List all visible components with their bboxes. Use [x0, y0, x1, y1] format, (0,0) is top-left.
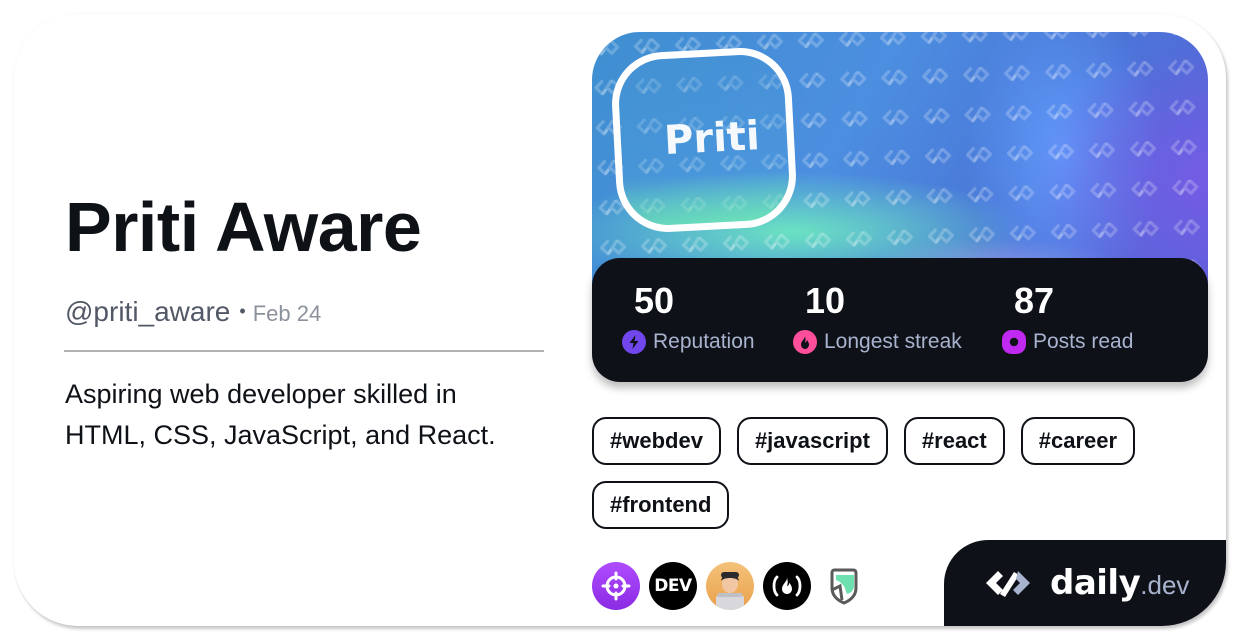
- memoji-avatar-icon: [716, 572, 744, 610]
- stat-posts-read: 87 Posts read: [1002, 280, 1133, 354]
- sources-list: DEV: [592, 562, 868, 610]
- joined-date: Feb 24: [252, 301, 322, 326]
- stat-value: 50: [634, 280, 675, 321]
- lightning-icon: [622, 330, 646, 354]
- tag-react[interactable]: #react: [903, 417, 1005, 465]
- tag-webdev[interactable]: #webdev: [592, 417, 721, 465]
- profile-card: Priti Aware @priti_aware • Feb 24 Aspiri…: [14, 14, 1226, 626]
- brand-tld: .dev: [1140, 570, 1190, 600]
- stat-label: Longest streak: [824, 330, 962, 353]
- stat-value: 87: [1014, 280, 1055, 321]
- profile-name: Priti Aware: [65, 188, 422, 266]
- stat-label: Reputation: [653, 330, 755, 353]
- divider: [64, 350, 544, 352]
- bookmark-shield-icon: [830, 568, 858, 605]
- tag-javascript[interactable]: #javascript: [736, 417, 888, 465]
- brand-wordmark: daily.dev: [1050, 563, 1189, 603]
- eye-ring-icon: [1002, 330, 1026, 354]
- freecodecamp-source[interactable]: [763, 562, 811, 610]
- meta-separator: •: [239, 301, 246, 321]
- brand-word: daily: [1050, 563, 1141, 603]
- tag-frontend[interactable]: #frontend: [592, 481, 730, 529]
- dev-to-source[interactable]: DEV: [649, 562, 697, 610]
- daily-dev-brand[interactable]: daily.dev: [944, 540, 1226, 626]
- stats-panel: 50 Reputation 10 Longest streak 87 Posts…: [592, 258, 1208, 382]
- profile-bio: Aspiring web developer skilled in HTML, …: [65, 379, 496, 450]
- dev-logo-text: DEV: [654, 576, 692, 596]
- crosshair-icon: [601, 571, 631, 601]
- stat-longest-streak: 10 Longest streak: [793, 280, 962, 354]
- tag-career[interactable]: #career: [1020, 417, 1136, 465]
- stat-reputation: 50 Reputation: [622, 280, 755, 354]
- devsquad-source[interactable]: [706, 562, 754, 610]
- profile-meta: @priti_aware • Feb 24: [65, 296, 321, 328]
- hashnode-style-source[interactable]: [820, 562, 868, 610]
- profile-handle[interactable]: @priti_aware: [65, 296, 230, 328]
- tags-list: #webdev #javascript #react #career #fron…: [592, 417, 1192, 529]
- avatar-text: Priti: [663, 113, 761, 165]
- avatar[interactable]: Priti: [609, 45, 799, 235]
- stat-label: Posts read: [1033, 330, 1134, 353]
- crosshair-source[interactable]: [592, 562, 640, 610]
- flame-icon: [793, 330, 817, 354]
- daily-dev-logo-icon: [986, 571, 1030, 597]
- stat-value: 10: [805, 280, 846, 321]
- fcc-flame-icon: [772, 575, 802, 597]
